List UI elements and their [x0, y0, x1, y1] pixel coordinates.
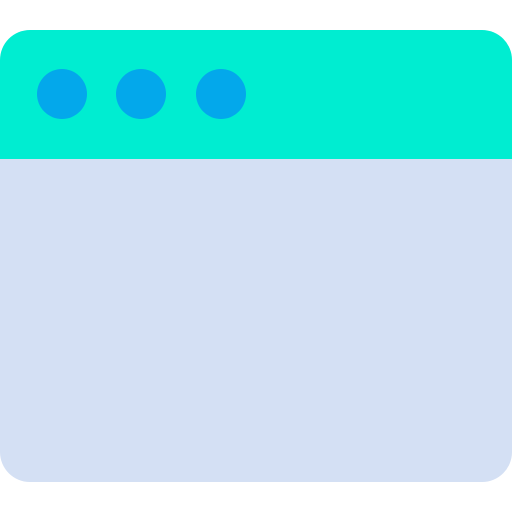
window-control-dot-3 [196, 69, 246, 119]
window-frame [0, 30, 512, 482]
browser-window-icon [0, 0, 512, 512]
window-control-dot-1 [37, 69, 87, 119]
window-content-area [0, 159, 512, 482]
window-control-dot-2 [116, 69, 166, 119]
window-titlebar [0, 30, 512, 159]
